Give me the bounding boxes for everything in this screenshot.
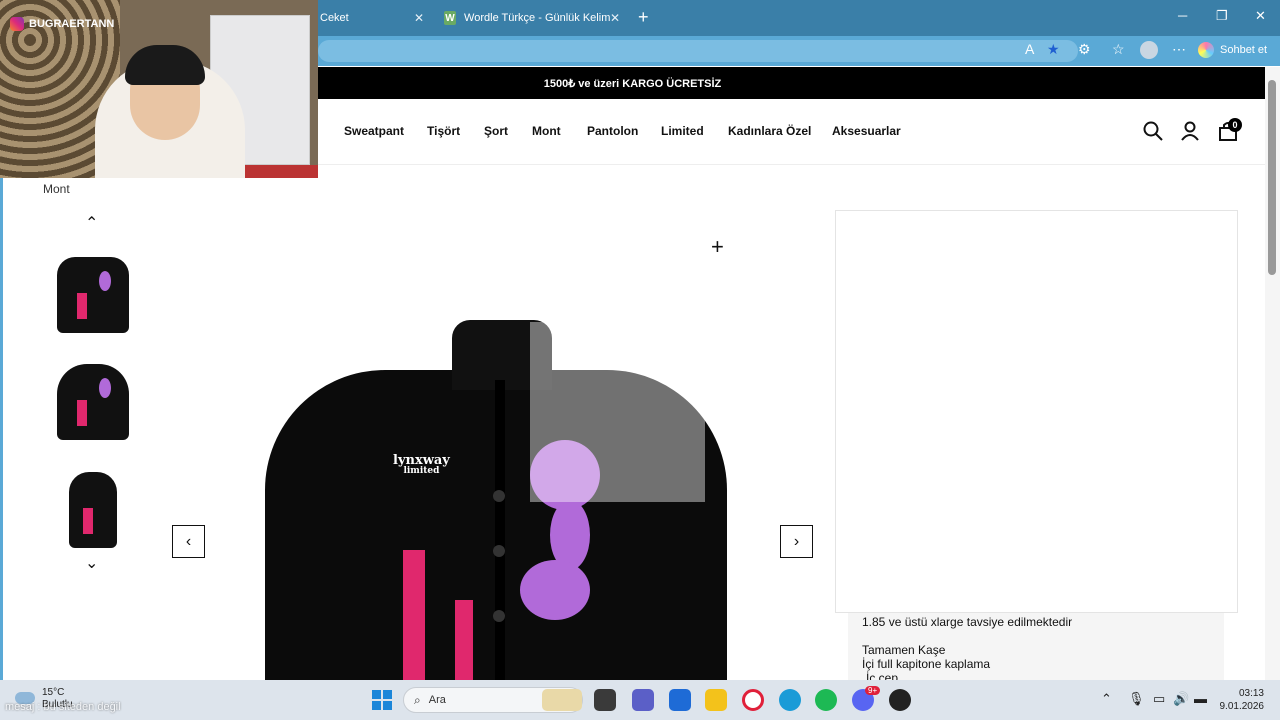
description-line: 1.85 ve üstü xlarge tavsiye edilmektedir	[862, 615, 1073, 629]
nav-item-kadinlara-ozel[interactable]: Kadınlara Özel	[728, 124, 811, 138]
tab-close-icon[interactable]: ✕	[610, 11, 620, 25]
profile-icon[interactable]	[1140, 41, 1158, 59]
webcam-overlay: BUGRAERTANN	[0, 0, 318, 178]
thumb-down-icon[interactable]: ⌄	[85, 553, 98, 573]
zoom-preview-panel	[835, 210, 1238, 613]
more-icon[interactable]: ⋯	[1172, 41, 1186, 58]
store-icon[interactable]	[669, 689, 691, 711]
nav-item-limited[interactable]: Limited	[661, 124, 704, 138]
instagram-icon	[10, 17, 24, 31]
wordle-favicon-icon: W	[444, 11, 457, 25]
account-icon[interactable]	[1181, 121, 1199, 141]
product-thumbnail[interactable]	[52, 357, 134, 447]
tab-title: Ceket	[320, 12, 349, 24]
teams-icon[interactable]	[632, 689, 654, 711]
battery-icon[interactable]: ▬	[1194, 691, 1207, 706]
announcement-text: 1500₺ ve üzeri KARGO ÜCRETSİZ	[543, 77, 722, 90]
nav-item-pantolon[interactable]: Pantolon	[587, 124, 638, 138]
zoom-lens	[530, 322, 705, 502]
description-line: İçi full kapitone kaplama	[862, 657, 991, 671]
read-aloud-icon[interactable]: A	[1025, 41, 1034, 57]
spotify-icon[interactable]	[815, 689, 837, 711]
microphone-icon[interactable]: 🎙	[1128, 691, 1145, 707]
search-icon[interactable]	[1143, 121, 1163, 141]
favorites-icon[interactable]: ☆	[1112, 41, 1125, 58]
edge-icon[interactable]	[779, 689, 801, 711]
thumb-up-icon[interactable]: ⌃	[85, 213, 98, 233]
nav-item-sort[interactable]: Şort	[484, 124, 508, 138]
streamer-name-tag: BUGRAERTANN	[10, 17, 114, 31]
taskbar-clock[interactable]: 03:13 9.01.2026	[1218, 687, 1265, 713]
nav-item-sweatpant[interactable]: Sweatpant	[344, 124, 404, 138]
favorite-star-icon[interactable]: ★	[1047, 41, 1060, 58]
volume-icon[interactable]: 🔊	[1173, 691, 1189, 707]
file-explorer-icon[interactable]	[705, 689, 727, 711]
tab-wordle[interactable]: W Wordle Türkçe - Günlük Kelime Oy ✕	[434, 4, 630, 32]
new-tab-button[interactable]: +	[638, 7, 649, 28]
tab-ceket[interactable]: Ceket ✕	[310, 4, 434, 32]
close-window-button[interactable]: ✕	[1255, 8, 1266, 24]
tab-close-icon[interactable]: ✕	[414, 11, 424, 25]
opera-icon[interactable]	[742, 689, 764, 711]
description-line: İç cep	[866, 671, 899, 680]
zoom-plus-icon[interactable]: +	[711, 234, 724, 260]
breadcrumb[interactable]: Mont	[43, 182, 70, 196]
cart-count-badge: 0	[1228, 118, 1242, 132]
copilot-icon	[1198, 42, 1214, 58]
next-image-button[interactable]: ›	[780, 525, 813, 558]
product-thumbnail[interactable]	[52, 465, 134, 555]
chat-label: Sohbet et	[1220, 44, 1268, 56]
description-line: Tamamen Kaşe	[862, 643, 946, 657]
scrollbar-thumb[interactable]	[1268, 80, 1276, 275]
task-view-icon[interactable]	[594, 689, 616, 711]
tray-chevron-icon[interactable]: ⌃	[1101, 691, 1112, 707]
product-brand-mark: lynxway limited	[393, 453, 450, 476]
product-thumbnail[interactable]	[52, 250, 134, 340]
nav-item-tisort[interactable]: Tişört	[427, 124, 460, 138]
extensions-icon[interactable]: ⚙	[1078, 41, 1091, 58]
page-left-edge	[0, 165, 3, 685]
restore-button[interactable]: ❐	[1216, 8, 1228, 24]
nav-item-aksesuarlar[interactable]: Aksesuarlar	[832, 124, 901, 138]
search-icon: ⌕	[414, 692, 421, 707]
minimize-button[interactable]: ─	[1178, 8, 1187, 23]
nav-item-mont[interactable]: Mont	[532, 124, 561, 138]
start-button[interactable]	[372, 690, 392, 710]
previous-image-button[interactable]: ‹	[172, 525, 205, 558]
obs-icon[interactable]	[889, 689, 911, 711]
address-bar[interactable]	[318, 40, 1078, 62]
search-highlight-image	[542, 689, 582, 711]
network-icon[interactable]: ▭	[1153, 691, 1165, 707]
stream-overlay-text: mesaj : bu siteden değil	[5, 701, 121, 713]
discord-badge: 9+	[865, 686, 881, 695]
tab-title: Wordle Türkçe - Günlük Kelime Oy	[464, 12, 610, 24]
copilot-chat-button[interactable]: Sohbet et	[1198, 40, 1267, 60]
